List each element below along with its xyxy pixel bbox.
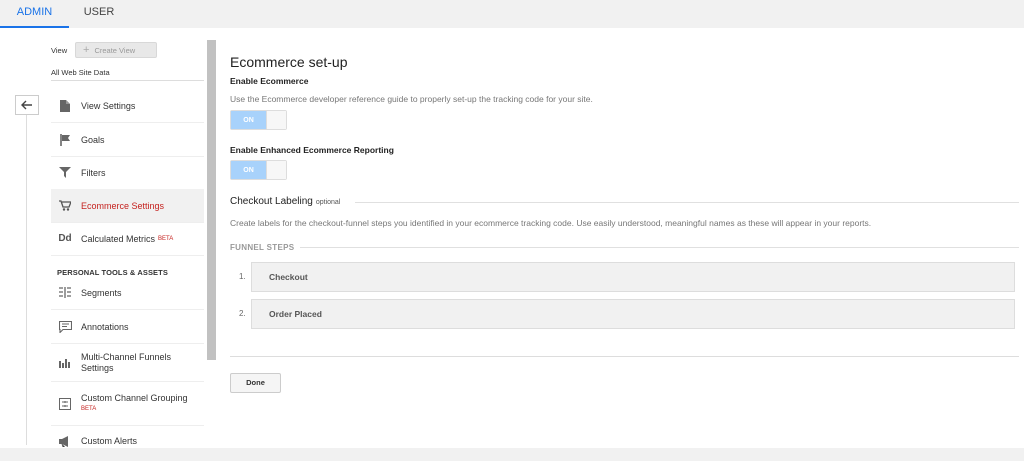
segments-icon [58, 286, 72, 300]
divider [26, 115, 27, 445]
toggle-on-label: ON [231, 161, 266, 179]
toggle-on-label: ON [231, 111, 266, 129]
sidebar-item-label: Annotations [81, 321, 129, 332]
sidebar-item-segments[interactable]: Segments [51, 276, 204, 310]
sidebar-item-annotations[interactable]: Annotations [51, 310, 204, 344]
top-tab-bar: ADMIN USER [0, 0, 1024, 28]
checkout-labeling-heading: Checkout Labeling optional [230, 196, 340, 207]
sidebar-item-calculated-metrics[interactable]: Dd Calculated Metrics BETA [51, 222, 204, 256]
sidebar-item-text: Custom Channel Grouping BETA [81, 393, 188, 415]
divider [355, 202, 1019, 203]
step-number: 2. [239, 309, 246, 318]
enhanced-ecommerce-toggle[interactable]: ON [230, 160, 287, 180]
sidebar-item-label: Custom Alerts [81, 436, 138, 446]
flag-icon [58, 133, 72, 147]
create-view-label: Create View [94, 46, 136, 55]
sidebar-item-label: Ecommerce Settings [81, 200, 165, 211]
checkout-labeling-description: Create labels for the checkout-funnel st… [230, 218, 872, 228]
annotation-icon [58, 320, 72, 334]
enable-ecommerce-description: Use the Ecommerce developer reference gu… [230, 94, 593, 104]
step-number: 1. [239, 272, 246, 281]
cart-icon [58, 199, 72, 213]
plus-icon: + [83, 44, 90, 56]
sidebar-item-label: Segments [81, 287, 122, 298]
sidebar-item-label: Calculated Metrics [81, 233, 156, 244]
arrow-left-icon [21, 100, 32, 110]
funnel-step-order-placed[interactable]: Order Placed [251, 299, 1015, 329]
sidebar-item-label: View Settings [81, 100, 136, 111]
beta-badge: BETA [81, 405, 97, 412]
channel-grouping-icon [58, 397, 72, 411]
divider [300, 247, 1019, 248]
page-title: Ecommerce set-up [230, 54, 348, 70]
nav-scrollbar[interactable] [207, 40, 216, 360]
tab-admin[interactable]: ADMIN [0, 0, 69, 28]
sidebar-item-goals[interactable]: Goals [51, 123, 204, 157]
enhanced-ecommerce-label: Enable Enhanced Ecommerce Reporting [230, 145, 394, 155]
dd-icon: Dd [58, 233, 72, 244]
toggle-knob [266, 161, 286, 179]
sidebar-item-label: Multi-Channel Funnels Settings [81, 351, 172, 373]
funnel-steps-heading: FUNNEL STEPS [230, 243, 295, 252]
sidebar-item-custom-alerts[interactable]: Custom Alerts [51, 426, 204, 456]
beta-badge: BETA [158, 235, 174, 242]
optional-label: optional [315, 199, 341, 206]
sidebar-item-multi-channel-funnels[interactable]: Multi-Channel Funnels Settings [51, 344, 204, 382]
sidebar-item-view-settings[interactable]: View Settings [51, 89, 204, 123]
enable-ecommerce-toggle[interactable]: ON [230, 110, 287, 130]
toggle-knob [266, 111, 286, 129]
site-name: All Web Site Data [51, 68, 110, 77]
view-label: View [51, 46, 68, 55]
sidebar-item-filters[interactable]: Filters [51, 156, 204, 190]
sidebar-item-label: Custom Channel Grouping [81, 392, 188, 403]
bar-chart-icon [58, 356, 72, 370]
done-button[interactable]: Done [230, 373, 281, 393]
sidebar-item-label: Filters [81, 167, 106, 178]
megaphone-icon [58, 434, 72, 448]
tab-user[interactable]: USER [69, 0, 129, 28]
checkout-labeling-title: Checkout Labeling [230, 196, 313, 207]
enable-ecommerce-label: Enable Ecommerce [230, 76, 309, 86]
create-view-button[interactable]: + Create View [75, 42, 157, 58]
sidebar-item-custom-channel-grouping[interactable]: Custom Channel Grouping BETA [51, 382, 204, 426]
divider [230, 356, 1019, 357]
back-button[interactable] [15, 95, 39, 115]
sidebar-item-ecommerce-settings[interactable]: Ecommerce Settings [51, 189, 204, 223]
funnel-step-checkout[interactable]: Checkout [251, 262, 1015, 292]
divider [51, 80, 204, 81]
filter-icon [58, 166, 72, 180]
document-icon [58, 99, 72, 113]
sidebar-item-label: Goals [81, 134, 105, 145]
